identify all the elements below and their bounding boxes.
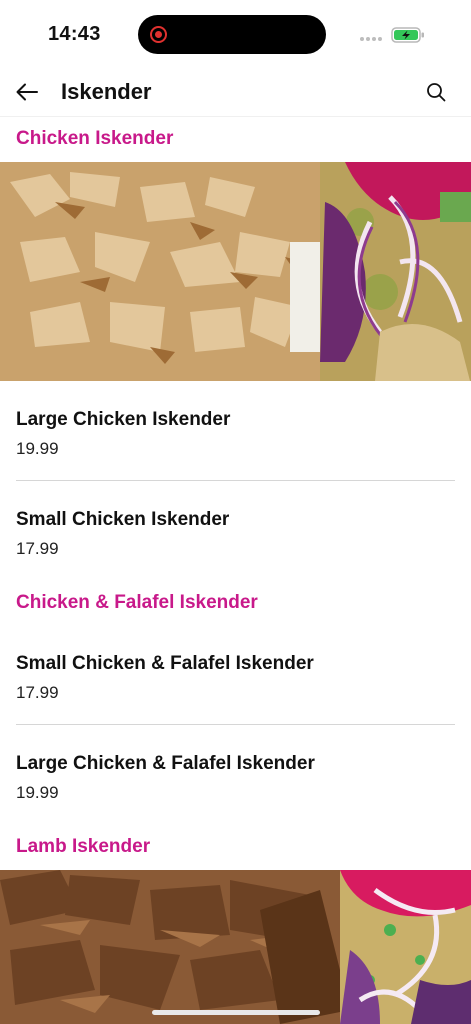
dynamic-island	[138, 15, 326, 54]
section-title-chicken-iskender: Chicken Iskender	[16, 128, 174, 149]
item-price: 17.99	[16, 683, 59, 702]
item-price: 19.99	[16, 439, 59, 458]
back-button[interactable]	[14, 79, 40, 105]
item-name: Small Chicken & Falafel Iskender	[16, 653, 314, 674]
signal-icon	[360, 37, 384, 41]
menu-item-small-chicken-falafel-iskender[interactable]: Small Chicken & Falafel Iskender 17.99	[0, 625, 471, 721]
lamb-iskender-image	[0, 870, 471, 1024]
item-name: Large Chicken Iskender	[16, 409, 231, 430]
menu-item-small-chicken-iskender[interactable]: Small Chicken Iskender 17.99	[0, 481, 471, 577]
status-time: 14:43	[48, 23, 101, 45]
search-icon	[427, 83, 446, 102]
recording-icon	[150, 26, 167, 43]
item-price: 19.99	[16, 783, 59, 802]
section-title-chicken-falafel-iskender: Chicken & Falafel Iskender	[16, 592, 258, 613]
status-bar: 14:43	[0, 0, 471, 70]
battery-charging-icon	[391, 27, 425, 43]
item-name: Large Chicken & Falafel Iskender	[16, 753, 315, 774]
app-header: Iskender	[0, 70, 471, 117]
item-price: 17.99	[16, 539, 59, 558]
home-indicator[interactable]	[152, 1010, 320, 1015]
item-name: Small Chicken Iskender	[16, 509, 230, 530]
menu-item-large-chicken-iskender[interactable]: Large Chicken Iskender 19.99	[0, 381, 471, 477]
chicken-iskender-image	[0, 162, 471, 381]
page-title: Iskender	[61, 79, 152, 104]
menu-item-large-chicken-falafel-iskender[interactable]: Large Chicken & Falafel Iskender 19.99	[0, 725, 471, 821]
section-title-lamb-iskender: Lamb Iskender	[16, 836, 151, 857]
search-button[interactable]	[423, 79, 449, 105]
back-arrow-icon	[16, 83, 38, 101]
